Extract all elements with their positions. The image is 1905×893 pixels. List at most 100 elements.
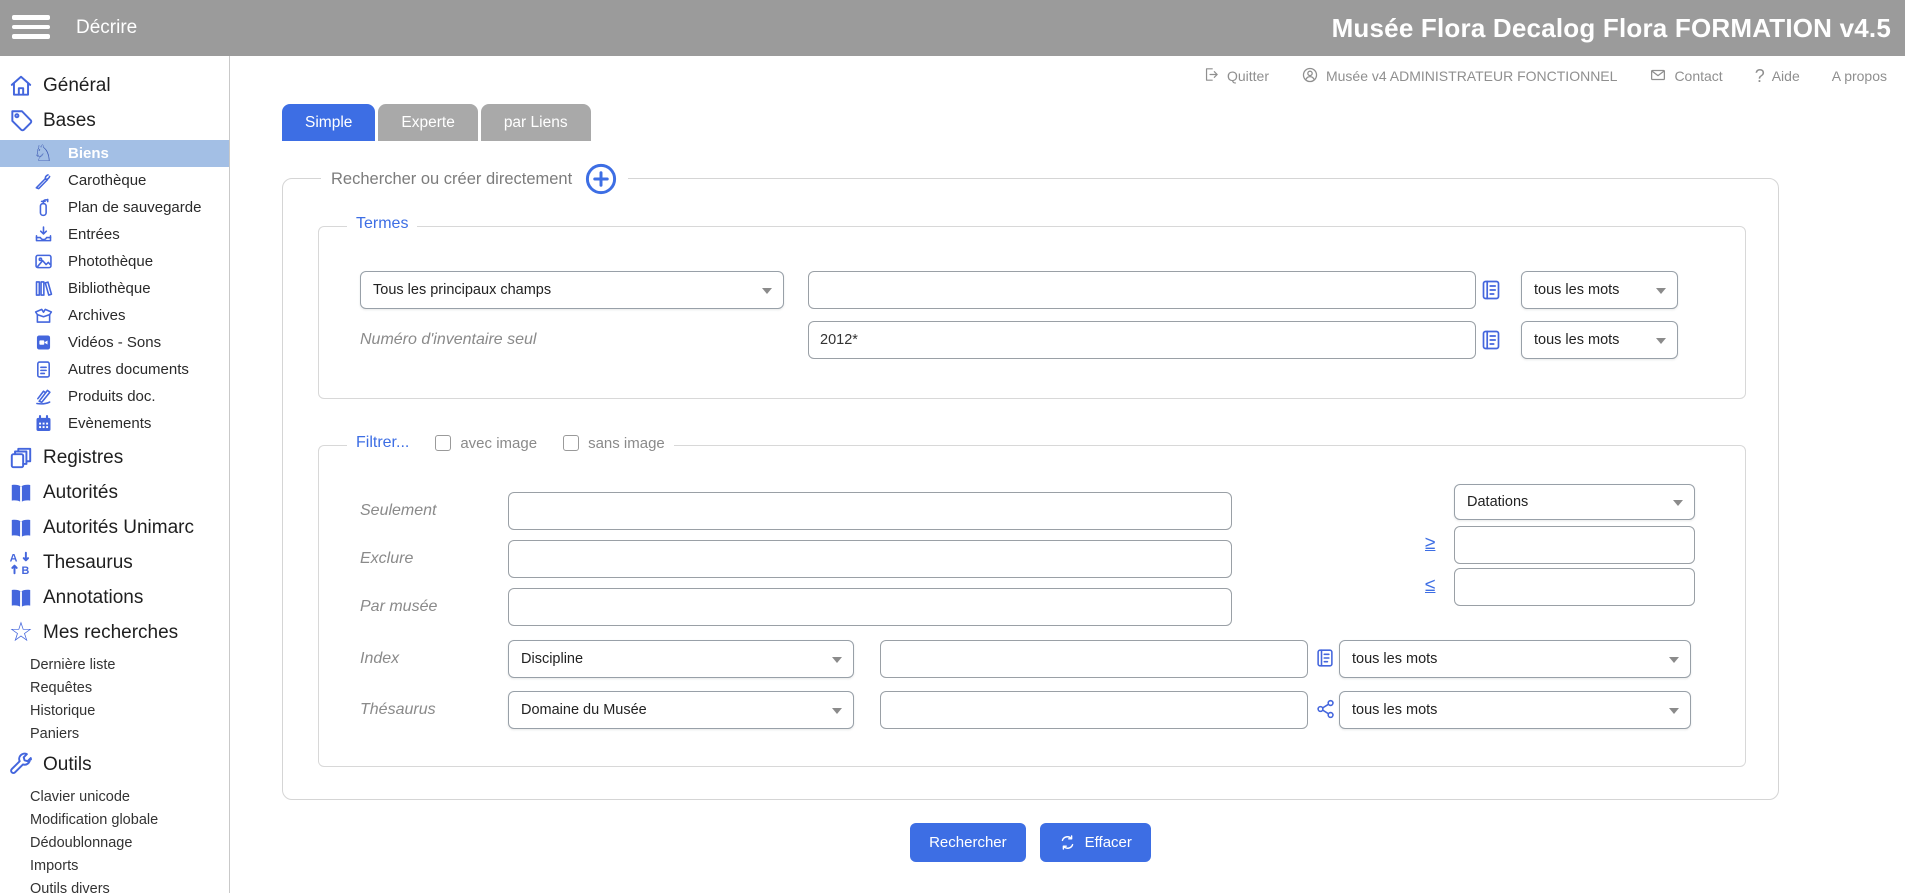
sans-image-checkbox[interactable] [563, 435, 579, 451]
match-mode-select-1[interactable]: tous les mots [1521, 271, 1678, 309]
sidebar-item-carotheque[interactable]: Carothèque [0, 167, 229, 194]
sidebar-item-label: Mes recherches [43, 622, 178, 644]
hierarchy-icon[interactable] [1315, 698, 1339, 722]
sidebar-item-autorites-unimarc[interactable]: Autorités Unimarc [0, 510, 229, 545]
aide-label: Aide [1772, 68, 1800, 84]
sidebar-item-outils-divers[interactable]: Outils divers [0, 877, 229, 893]
apropos-link[interactable]: A propos [1832, 68, 1887, 84]
sidebar-item-plan-de-sauvegarde[interactable]: Plan de sauvegarde [0, 194, 229, 221]
chess-knight-icon: ♘ [31, 142, 55, 166]
sidebar-item-dedoublonnage[interactable]: Dédoublonnage [0, 831, 229, 854]
contact-link[interactable]: Contact [1649, 66, 1722, 87]
avec-image-checkbox[interactable] [435, 435, 451, 451]
sidebar-item-entrees[interactable]: Entrées [0, 221, 229, 248]
tab-simple[interactable]: Simple [282, 104, 375, 141]
app-root: Décrire Musée Flora Decalog Flora FORMAT… [0, 0, 1905, 893]
svg-text:B: B [22, 564, 30, 575]
aide-link[interactable]: ? Aide [1755, 66, 1800, 87]
index-input[interactable] [880, 640, 1308, 678]
par-musee-label: Par musée [360, 588, 437, 626]
sidebar-item-archives[interactable]: Archives [0, 302, 229, 329]
gte-link[interactable]: ≥ [1425, 533, 1435, 555]
index-book-icon[interactable] [1479, 278, 1503, 302]
gte-input[interactable] [1454, 526, 1695, 564]
sidebar-item-modification-globale[interactable]: Modification globale [0, 808, 229, 831]
thesaurus-match-select[interactable]: tous les mots [1339, 691, 1691, 729]
match-mode-select-2[interactable]: tous les mots [1521, 321, 1678, 359]
sort-alpha-icon: AB [6, 548, 36, 578]
field-select[interactable]: Tous les principaux champs [360, 271, 784, 309]
actions-row: Rechercher Effacer [282, 823, 1779, 862]
index-match-select[interactable]: tous les mots [1339, 640, 1691, 678]
panel-legend: Rechercher ou créer directement [321, 162, 628, 196]
sidebar-item-autres-documents[interactable]: Autres documents [0, 356, 229, 383]
sidebar-item-mes-recherches[interactable]: ☆ Mes recherches [0, 615, 229, 650]
thesaurus-select[interactable]: Domaine du Musée [508, 691, 854, 729]
panel-legend-label: Rechercher ou créer directement [331, 170, 572, 189]
sidebar-item-label: Général [43, 75, 111, 97]
sidebar-item-videos-sons[interactable]: Vidéos - Sons [0, 329, 229, 356]
sidebar-item-outils[interactable]: Outils [0, 747, 229, 782]
sidebar-item-thesaurus[interactable]: AB Thesaurus [0, 545, 229, 580]
match-mode-value: tous les mots [1534, 332, 1619, 348]
match-mode-value: tous les mots [1352, 651, 1437, 667]
chevron-down-icon [1656, 338, 1666, 344]
terms-search-input[interactable] [808, 271, 1476, 309]
sidebar-item-registres[interactable]: Registres [0, 440, 229, 475]
sidebar-item-label: Bases [43, 110, 96, 132]
thesaurus-input[interactable] [880, 691, 1308, 729]
thesaurus-select-value: Domaine du Musée [521, 702, 647, 718]
rechercher-button[interactable]: Rechercher [910, 823, 1026, 862]
sidebar-item-paniers[interactable]: Paniers [0, 722, 229, 745]
section-label: Décrire [76, 0, 137, 56]
sidebar-item-label: Produits doc. [68, 388, 156, 405]
mail-icon [1649, 66, 1667, 87]
lte-input[interactable] [1454, 568, 1695, 606]
sans-image-label: sans image [588, 435, 665, 452]
filtrer-legend-label[interactable]: Filtrer... [356, 434, 409, 452]
exclure-input[interactable] [508, 540, 1232, 578]
plus-circle-icon[interactable] [584, 162, 618, 196]
sidebar-item-imports[interactable]: Imports [0, 854, 229, 877]
user-menu[interactable]: Musée v4 ADMINISTRATEUR FONCTIONNEL [1301, 66, 1617, 87]
datations-select[interactable]: Datations [1454, 484, 1695, 520]
field-select-value: Tous les principaux champs [373, 282, 551, 298]
quitter-link[interactable]: Quitter [1203, 66, 1269, 86]
sidebar-item-evenements[interactable]: Evènements [0, 410, 229, 437]
home-icon [6, 71, 36, 101]
sidebar-item-general[interactable]: Général [0, 68, 229, 103]
tab-experte[interactable]: Experte [378, 104, 477, 141]
inventory-input[interactable] [808, 321, 1476, 359]
sidebar-item-bibliotheque[interactable]: Bibliothèque [0, 275, 229, 302]
match-mode-value: tous les mots [1534, 282, 1619, 298]
menu-icon[interactable] [12, 10, 52, 46]
inbox-arrow-icon [31, 223, 55, 247]
sidebar-item-clavier-unicode[interactable]: Clavier unicode [0, 785, 229, 808]
effacer-button[interactable]: Effacer [1040, 823, 1151, 862]
tab-par-liens[interactable]: par Liens [481, 104, 591, 141]
index-book-icon[interactable] [1314, 647, 1338, 671]
sidebar-item-historique[interactable]: Historique [0, 699, 229, 722]
topbar: Décrire Musée Flora Decalog Flora FORMAT… [0, 0, 1905, 56]
par-musee-input[interactable] [508, 588, 1232, 626]
app-title: Musée Flora Decalog Flora FORMATION v4.5 [1332, 0, 1891, 56]
index-book-icon[interactable] [1479, 328, 1503, 352]
sidebar-item-produits-doc[interactable]: Produits doc. [0, 383, 229, 410]
sidebar-item-label: Historique [30, 703, 95, 719]
sidebar-item-label: Carothèque [68, 172, 146, 189]
chevron-down-icon [1669, 657, 1679, 663]
sidebar-item-requetes[interactable]: Requêtes [0, 676, 229, 699]
chevron-down-icon [1673, 500, 1683, 506]
sidebar: Général Bases ♘ Biens Carothèque Plan de… [0, 56, 230, 893]
sidebar-item-autorites[interactable]: Autorités [0, 475, 229, 510]
svg-text:A: A [10, 552, 18, 564]
sidebar-item-bases[interactable]: Bases [0, 103, 229, 138]
help-icon: ? [1755, 66, 1765, 87]
sidebar-item-derniere-liste[interactable]: Dernière liste [0, 653, 229, 676]
seulement-input[interactable] [508, 492, 1232, 530]
index-select[interactable]: Discipline [508, 640, 854, 678]
sidebar-item-annotations[interactable]: Annotations [0, 580, 229, 615]
sidebar-item-phototheque[interactable]: Photothèque [0, 248, 229, 275]
lte-link[interactable]: ≤ [1425, 575, 1435, 597]
sidebar-item-biens[interactable]: ♘ Biens [0, 140, 229, 167]
